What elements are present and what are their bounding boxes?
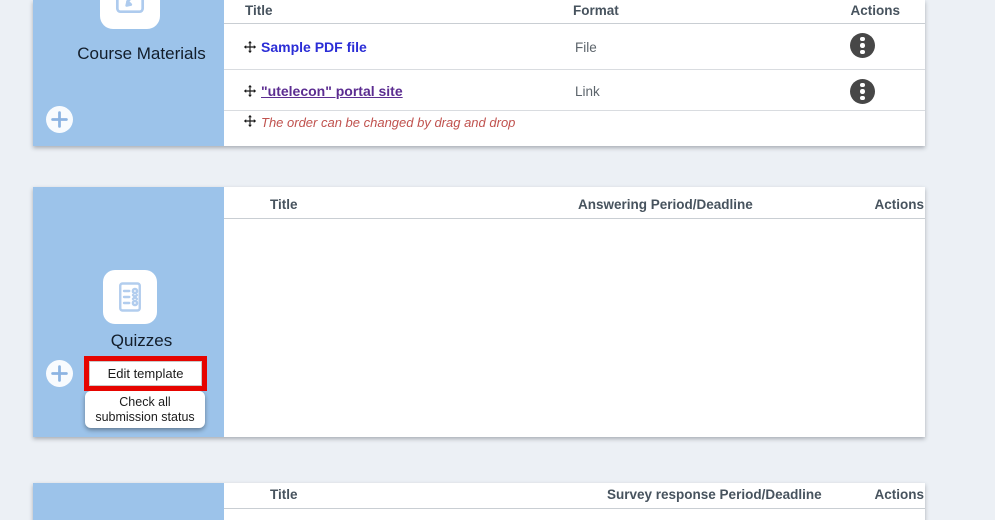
course-material-link[interactable]: "utelecon" portal site <box>261 83 403 99</box>
kebab-menu-icon <box>860 83 865 88</box>
course-materials-label: Course Materials <box>33 44 237 64</box>
lms-content-area: Course Materials Title Format Actions Sa… <box>0 0 995 520</box>
column-header-period: Survey response Period/Deadline <box>607 487 822 502</box>
course-materials-section: Course Materials Title Format Actions Sa… <box>33 0 925 146</box>
format-cell: File <box>575 40 597 55</box>
header-divider <box>224 23 925 24</box>
course-materials-icon-tile <box>100 0 160 29</box>
drag-drop-note: The order can be changed by drag and dro… <box>261 115 515 130</box>
column-header-period: Answering Period/Deadline <box>578 197 753 212</box>
column-header-title: Title <box>270 197 298 212</box>
surveys-sidebar <box>33 483 224 520</box>
row-divider <box>224 69 925 70</box>
column-header-actions: Actions <box>874 487 924 502</box>
column-header-title: Title <box>245 3 273 18</box>
edit-template-button[interactable]: Edit template <box>89 361 202 386</box>
format-cell: Link <box>575 84 600 99</box>
edit-template-highlight: Edit template <box>84 356 207 391</box>
column-header-actions: Actions <box>874 197 924 212</box>
quizzes-label: Quizzes <box>33 331 237 351</box>
column-header-actions: Actions <box>850 3 900 18</box>
course-materials-table: Title Format Actions Sample PDF file Fil… <box>224 0 925 146</box>
header-divider <box>224 218 925 219</box>
edit-document-icon <box>111 0 149 18</box>
column-header-title: Title <box>270 487 298 502</box>
plus-icon <box>51 111 68 128</box>
quiz-checklist-icon <box>112 279 148 315</box>
move-arrows-icon[interactable] <box>243 84 257 98</box>
move-arrows-icon <box>243 114 257 128</box>
kebab-menu-icon <box>860 37 865 42</box>
row-actions-menu-button[interactable] <box>850 79 875 104</box>
row-actions-menu-button[interactable] <box>850 33 875 58</box>
quizzes-section: Quizzes Edit template Check all submissi… <box>33 187 925 437</box>
header-divider <box>224 508 925 509</box>
quizzes-table: Title Answering Period/Deadline Actions <box>224 187 925 437</box>
row-divider <box>224 110 925 111</box>
check-all-submission-status-button[interactable]: Check all submission status <box>85 391 205 428</box>
column-header-format: Format <box>573 3 619 18</box>
course-materials-sidebar: Course Materials <box>33 0 224 146</box>
surveys-section: Title Survey response Period/Deadline Ac… <box>33 483 925 520</box>
quizzes-icon-tile <box>103 270 157 324</box>
plus-icon <box>51 365 68 382</box>
course-material-link[interactable]: Sample PDF file <box>261 39 367 55</box>
add-course-material-button[interactable] <box>46 106 73 133</box>
surveys-table: Title Survey response Period/Deadline Ac… <box>224 483 925 520</box>
add-quiz-button[interactable] <box>46 360 73 387</box>
move-arrows-icon[interactable] <box>243 40 257 54</box>
